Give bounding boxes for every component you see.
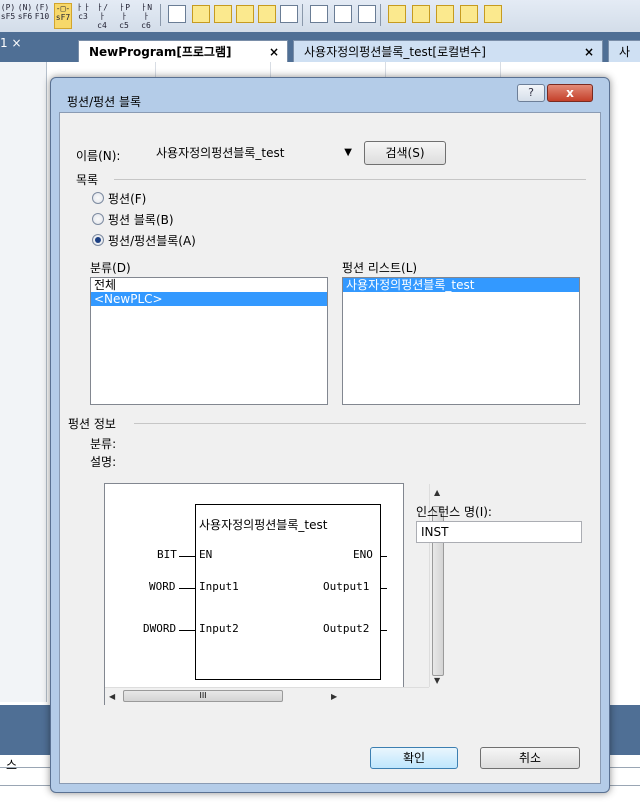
scroll-up-icon[interactable]: ▲ (434, 488, 440, 497)
radio-function-block[interactable] (92, 213, 104, 225)
cancel-button[interactable]: 취소 (480, 747, 580, 769)
table-icon[interactable] (310, 5, 328, 23)
device-d-icon[interactable] (412, 5, 430, 23)
dialog-title: 펑션/펑션 블록 (67, 95, 142, 109)
toolbar-key-4[interactable]: ㅏㅏ c3 (75, 3, 91, 27)
bottom-cell-text: 스 (6, 758, 18, 772)
toolbar-key-1[interactable]: (N) sF6 (17, 3, 33, 27)
toolbar-key-6[interactable]: ㅏPㅏ c5 (116, 3, 132, 30)
name-combobox[interactable]: 사용자정의펑션블록_test ▼ (154, 143, 354, 165)
input-var: BIT (157, 548, 177, 561)
toolbar-key-0[interactable]: (P) sF5 (0, 3, 16, 27)
category-list[interactable]: 전체 <NewPLC> (90, 277, 328, 405)
divider (114, 179, 586, 180)
list-item[interactable]: <NewPLC> (91, 292, 327, 306)
name-value: 사용자정의펑션블록_test (156, 146, 285, 160)
pin-wire (381, 630, 387, 631)
function-block-preview: 사용자정의펑션블록_test BIT EN WORD Input1 DWORD … (104, 483, 447, 705)
monitor-icon[interactable] (192, 5, 210, 23)
close-icon[interactable]: × (584, 41, 594, 63)
toolbar-key-2[interactable]: (F) F10 (34, 3, 50, 27)
output-pin: Output2 (323, 622, 370, 635)
tab-label: 사용자정의펑션블록_test[로컬변수] (304, 45, 486, 59)
input-pin: Input2 (199, 622, 239, 635)
scroll-thumb[interactable]: III (123, 690, 283, 702)
scroll-left-icon[interactable]: ◀ (109, 692, 115, 701)
ok-button[interactable]: 확인 (370, 747, 458, 769)
tab-label: 사 (619, 45, 631, 59)
list-item[interactable]: 전체 (91, 278, 327, 292)
radio-function-label[interactable]: 펑션(F) (108, 190, 146, 207)
input-pin: EN (199, 548, 213, 561)
chart-icon[interactable] (214, 5, 232, 23)
input-var: DWORD (143, 622, 177, 635)
scroll-down-icon[interactable]: ▼ (434, 676, 440, 685)
tab-overflow[interactable]: 사 (608, 40, 640, 62)
toolbar-key-3[interactable]: -□- sF7 (54, 3, 72, 29)
function-block-title: 사용자정의펑션블록_test (199, 518, 328, 532)
compare-icon[interactable] (258, 5, 276, 23)
toolbar-key-5[interactable]: ㅏ/ㅏ c4 (94, 3, 110, 30)
instance-name-input[interactable]: INST (416, 521, 582, 543)
pin-wire (179, 556, 195, 557)
info-section-label: 펑션 정보 (68, 417, 116, 431)
device-d2-icon[interactable] (436, 5, 454, 23)
search-button[interactable]: 검색(S) (364, 141, 446, 165)
dialog-body: 이름(N): 사용자정의펑션블록_test ▼ 검색(S) 목록 펑션(F) 펑… (59, 112, 601, 784)
pin-wire (179, 630, 195, 631)
info-category: 분류: (90, 437, 117, 451)
device-d3-icon[interactable] (460, 5, 478, 23)
name-label: 이름(N): (76, 149, 121, 163)
output-pin: Output1 (323, 580, 370, 593)
radio-all-label[interactable]: 펑션/펑션블록(A) (108, 232, 196, 249)
tab-local-variables[interactable]: 사용자정의펑션블록_test[로컬변수] × (293, 40, 603, 62)
left-pane-close[interactable]: 1 × (0, 36, 22, 50)
input-pin: Input1 (199, 580, 239, 593)
tab-newprogram[interactable]: NewProgram[프로그램] × (78, 40, 288, 62)
list-icon[interactable] (168, 5, 186, 23)
output-pin: ENO (353, 548, 373, 561)
list-section-label: 목록 (76, 173, 99, 187)
instance-label: 인스턴스 명(I): (416, 505, 492, 519)
close-button[interactable]: x (547, 84, 593, 102)
function-icon[interactable] (280, 5, 298, 23)
radio-function-block-label[interactable]: 펑션 블록(B) (108, 211, 174, 228)
input-var: WORD (149, 580, 176, 593)
download-icon[interactable] (388, 5, 406, 23)
category-label: 분류(D) (90, 261, 131, 275)
function-dialog: 펑션/펑션 블록 ? x 이름(N): 사용자정의펑션블록_test ▼ 검색(… (50, 77, 610, 793)
mail-icon[interactable] (236, 5, 254, 23)
editor-gutter (0, 62, 47, 702)
info-description: 설명: (90, 455, 117, 469)
function-list[interactable]: 사용자정의펑션블록_test (342, 277, 580, 405)
close-icon[interactable]: × (269, 41, 279, 63)
chevron-down-icon[interactable]: ▼ (344, 143, 352, 163)
toolbar-key-7[interactable]: ㅏNㅏ c6 (138, 3, 154, 30)
toolbar-separator (380, 4, 381, 26)
keyboard-icon[interactable] (358, 5, 376, 23)
divider (134, 423, 586, 424)
radio-all[interactable] (92, 234, 104, 246)
horizontal-scrollbar[interactable]: ◀ III ▶ (105, 687, 429, 705)
pin-wire (381, 556, 387, 557)
help-button[interactable]: ? (517, 84, 545, 102)
scroll-right-icon[interactable]: ▶ (331, 692, 337, 701)
tab-label: NewProgram[프로그램] (89, 45, 232, 59)
grid-icon[interactable] (334, 5, 352, 23)
toolbar-separator (302, 4, 303, 26)
main-toolbar: (P) sF5 (N) sF6 (F) F10 -□- sF7 ㅏㅏ c3 ㅏ/ㅏ c4 ㅏ… (0, 0, 640, 33)
function-list-label: 펑션 리스트(L) (342, 261, 418, 275)
list-item[interactable]: 사용자정의펑션블록_test (343, 278, 579, 292)
radio-function[interactable] (92, 192, 104, 204)
device-d4-icon[interactable] (484, 5, 502, 23)
toolbar-separator (160, 4, 161, 26)
pin-wire (179, 588, 195, 589)
pin-wire (381, 588, 387, 589)
